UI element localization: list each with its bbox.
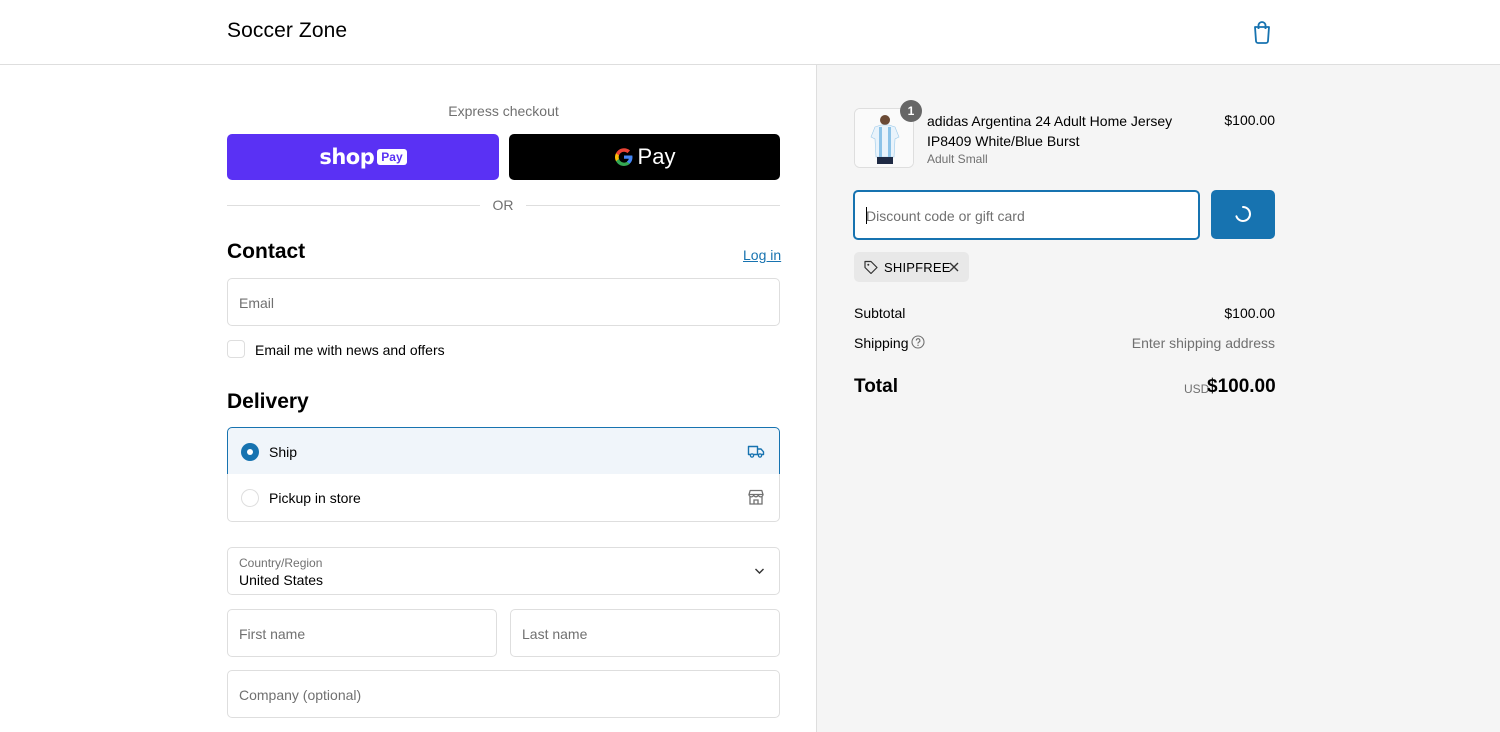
email-field[interactable]: Email <box>227 278 780 326</box>
discount-code-input[interactable]: Discount code or gift card <box>853 190 1200 240</box>
pickup-radio[interactable] <box>241 489 259 507</box>
delivery-option-ship[interactable]: Ship <box>227 427 780 475</box>
last-name-field[interactable]: Last name <box>510 609 780 657</box>
google-pay-label: Pay <box>637 144 676 169</box>
log-in-link[interactable]: Log in <box>743 247 781 263</box>
total-value: $100.00 <box>1207 376 1276 397</box>
store-icon <box>748 489 764 505</box>
first-name-field[interactable]: First name <box>227 609 497 657</box>
ship-label: Ship <box>269 444 298 460</box>
applied-discount-chip: SHIPFREE <box>854 252 969 282</box>
store-name[interactable]: Soccer Zone <box>227 19 347 43</box>
contact-heading: Contact <box>227 240 306 263</box>
shop-pay-badge: Pay <box>377 149 407 165</box>
loading-spinner-icon <box>1235 206 1252 222</box>
or-divider-right <box>526 205 780 206</box>
truck-icon <box>747 445 765 458</box>
shopping-bag-icon[interactable] <box>1251 20 1273 44</box>
first-name-placeholder: First name <box>239 626 306 642</box>
total-label: Total <box>854 376 898 397</box>
checkout-header: Soccer Zone <box>0 0 1500 65</box>
text-caret <box>866 207 867 224</box>
newsletter-label[interactable]: Email me with news and offers <box>255 342 445 358</box>
delivery-option-pickup[interactable]: Pickup in store <box>227 474 780 522</box>
country-region-value: United States <box>239 572 324 588</box>
ship-radio[interactable] <box>241 443 259 461</box>
country-region-select[interactable]: Country/Region United States <box>227 547 780 595</box>
company-placeholder: Company (optional) <box>239 687 362 703</box>
product-variant: Adult Small <box>927 152 988 166</box>
question-circle-icon[interactable] <box>911 335 925 349</box>
pickup-label: Pickup in store <box>269 490 361 506</box>
apply-discount-button[interactable] <box>1211 190 1275 239</box>
applied-discount-code: SHIPFREE <box>884 260 951 275</box>
delivery-heading: Delivery <box>227 390 309 413</box>
product-title: adidas Argentina 24 Adult Home Jersey IP… <box>927 113 1173 149</box>
tag-icon <box>864 260 878 274</box>
subtotal-value: $100.00 <box>1224 305 1275 321</box>
express-checkout-title: Express checkout <box>448 103 559 119</box>
discount-placeholder: Discount code or gift card <box>866 208 1025 224</box>
email-placeholder: Email <box>239 295 275 311</box>
shop-pay-button[interactable]: shop Pay <box>227 134 499 180</box>
newsletter-checkbox[interactable] <box>227 340 245 358</box>
country-region-label: Country/Region <box>239 556 323 570</box>
subtotal-label: Subtotal <box>854 305 906 321</box>
or-divider-left <box>227 205 480 206</box>
shipping-label: Shipping <box>854 335 909 351</box>
chevron-down-icon <box>755 568 764 574</box>
order-summary: 1 adidas Argentina 24 Adult Home Jersey … <box>816 65 1500 732</box>
company-field[interactable]: Company (optional) <box>227 670 780 718</box>
product-price: $100.00 <box>1224 112 1275 128</box>
quantity-badge: 1 <box>900 100 922 122</box>
last-name-placeholder: Last name <box>522 626 588 642</box>
google-g-icon <box>614 148 633 166</box>
shop-pay-logo: shop <box>319 145 375 169</box>
total-currency: USD <box>1184 382 1210 396</box>
checkout-form: Express checkout shop Pay Pay OR Contact… <box>0 65 816 732</box>
google-pay-button[interactable]: Pay <box>509 134 780 180</box>
remove-discount-icon[interactable] <box>948 261 960 273</box>
shipping-value: Enter shipping address <box>1131 335 1275 351</box>
or-divider-text: OR <box>492 197 514 213</box>
